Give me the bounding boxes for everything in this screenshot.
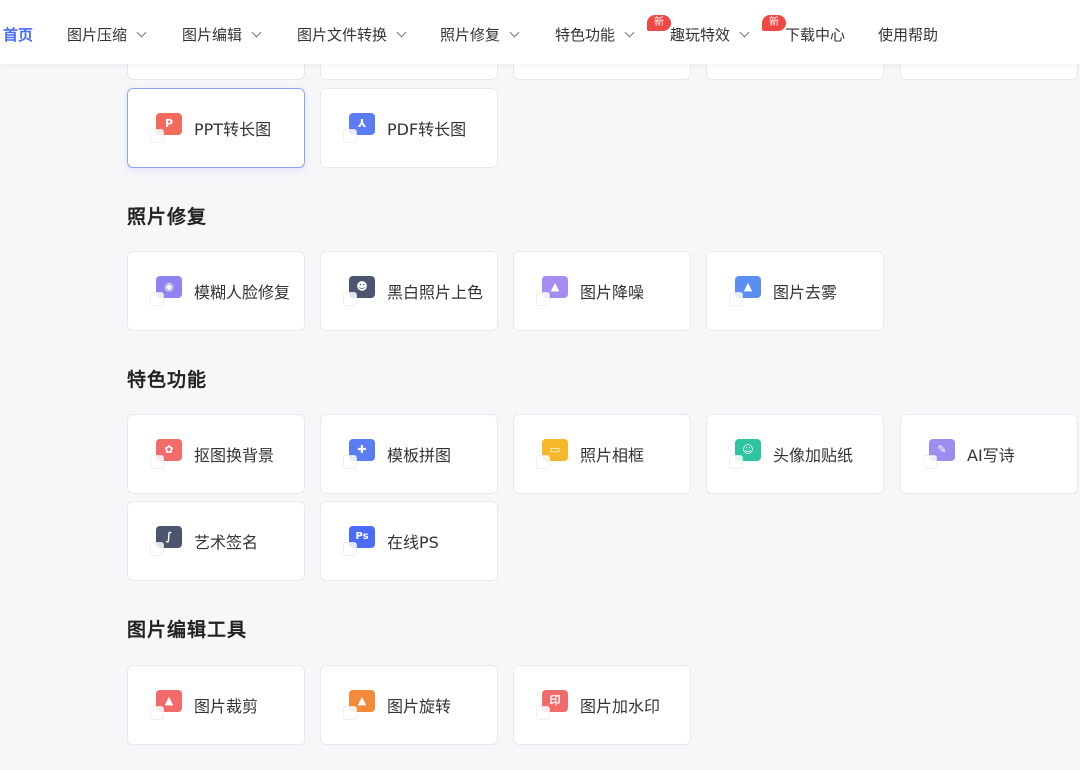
watermark-icon: 印 (536, 690, 568, 720)
top-navigation: 首页 图片压缩 图片编辑 图片文件转换 照片修复 特色功能新 趣玩特效新 下载中… (0, 0, 1080, 64)
nav-help[interactable]: 使用帮助 (878, 24, 938, 46)
section-title-edit-tools: 图片编辑工具 (127, 619, 248, 641)
face-repair-icon: ◉ (150, 276, 182, 306)
nav-fun-effects[interactable]: 趣玩特效新 (670, 15, 787, 46)
chevron-down-icon (739, 27, 750, 38)
poem-icon: ✎ (923, 439, 955, 469)
new-badge: 新 (647, 15, 672, 31)
ppt-icon: P (150, 113, 182, 143)
tool-card-face-repair[interactable]: ◉ 模糊人脸修复 (127, 251, 305, 331)
nav-photo-repair[interactable]: 照片修复 (440, 24, 520, 46)
signature-icon: ∫ (150, 526, 182, 556)
nav-features[interactable]: 特色功能新 (555, 15, 672, 46)
tool-card-crop[interactable]: ▲ 图片裁剪 (127, 665, 305, 745)
colorize-icon: ☻ (343, 276, 375, 306)
nav-image-compress[interactable]: 图片压缩 (67, 24, 147, 46)
chevron-down-icon (396, 27, 407, 38)
chevron-down-icon (136, 27, 147, 38)
crop-icon: ▲ (150, 690, 182, 720)
pdf-icon: ⅄ (343, 113, 375, 143)
frame-icon: ▭ (536, 439, 568, 469)
tool-card-collage[interactable]: ✚ 模板拼图 (320, 414, 498, 494)
ps-icon: Ps (343, 526, 375, 556)
chevron-down-icon (624, 27, 635, 38)
sticker-icon: ☺ (729, 439, 761, 469)
tool-card-cutout[interactable]: ✿ 抠图换背景 (127, 414, 305, 494)
tool-card-colorize[interactable]: ☻ 黑白照片上色 (320, 251, 498, 331)
chevron-down-icon (251, 27, 262, 38)
collage-icon: ✚ (343, 439, 375, 469)
tool-card-ppt-to-long-image[interactable]: P PPT转长图 (127, 88, 305, 168)
denoise-icon: ▲ (536, 276, 568, 306)
tool-card-denoise[interactable]: ▲ 图片降噪 (513, 251, 691, 331)
tool-card-sticker[interactable]: ☺ 头像加贴纸 (706, 414, 884, 494)
section-title-features: 特色功能 (127, 369, 208, 391)
rotate-icon: ▲ (343, 690, 375, 720)
tool-card-rotate[interactable]: ▲ 图片旋转 (320, 665, 498, 745)
tool-card-pdf-to-long-image[interactable]: ⅄ PDF转长图 (320, 88, 498, 168)
dehaze-icon: ▲ (729, 276, 761, 306)
tool-card-art-signature[interactable]: ∫ 艺术签名 (127, 501, 305, 581)
nav-download-center[interactable]: 下载中心 (785, 24, 845, 46)
tool-card-dehaze[interactable]: ▲ 图片去雾 (706, 251, 884, 331)
chevron-down-icon (509, 27, 520, 38)
nav-home[interactable]: 首页 (3, 24, 33, 46)
tool-card-ai-poem[interactable]: ✎ AI写诗 (900, 414, 1078, 494)
nav-file-convert[interactable]: 图片文件转换 (297, 24, 407, 46)
tool-card-watermark[interactable]: 印 图片加水印 (513, 665, 691, 745)
tool-card-online-ps[interactable]: Ps 在线PS (320, 501, 498, 581)
nav-image-edit[interactable]: 图片编辑 (182, 24, 262, 46)
new-badge: 新 (762, 15, 787, 31)
tool-card-photo-frame[interactable]: ▭ 照片相框 (513, 414, 691, 494)
section-title-photo-repair: 照片修复 (127, 206, 208, 228)
cutout-icon: ✿ (150, 439, 182, 469)
